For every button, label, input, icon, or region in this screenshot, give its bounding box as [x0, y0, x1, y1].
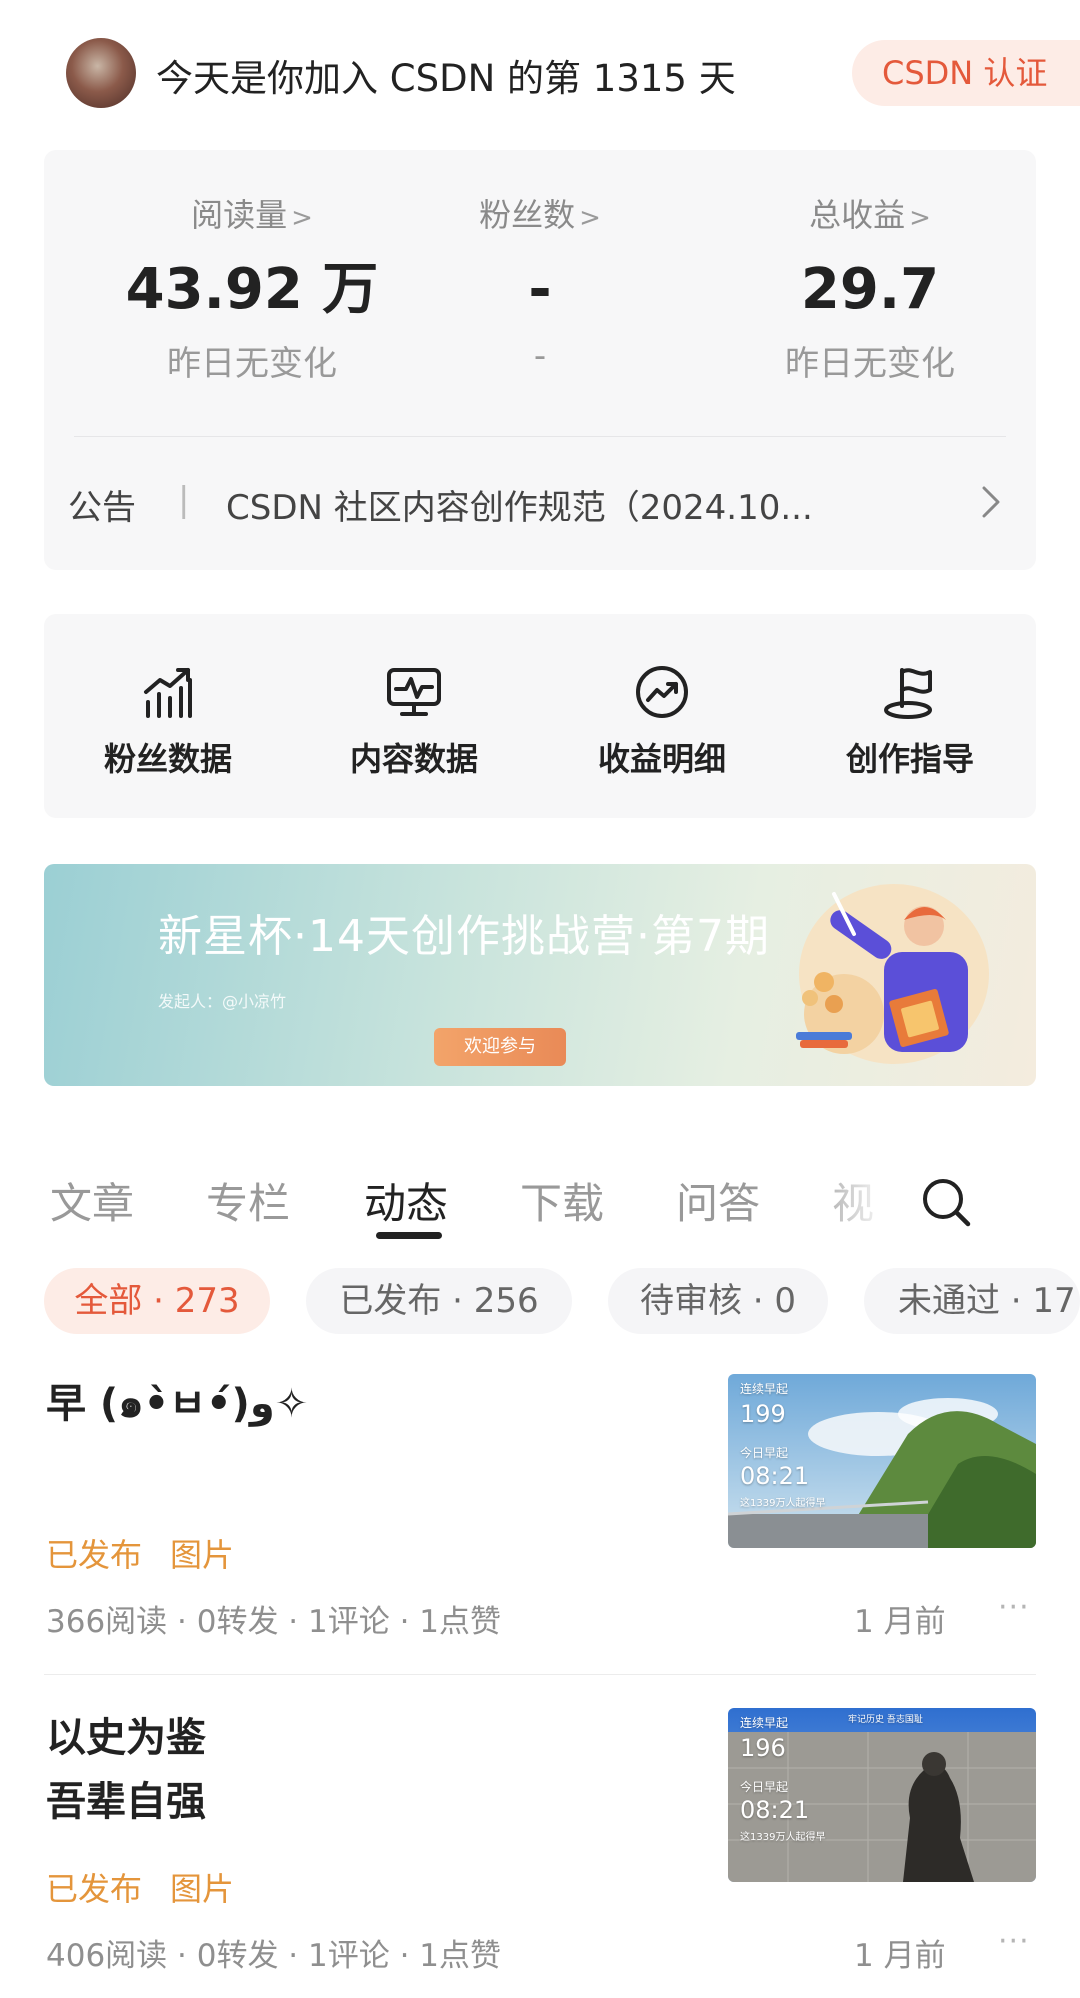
monitor-icon [387, 668, 441, 716]
post-title: 以史为鉴 [46, 1715, 206, 1761]
banner-title: 新星杯·14天创作挑战营·第7期 [158, 911, 770, 962]
stat-label: 粉丝数 > [479, 196, 601, 234]
csdn-cert-button[interactable]: CSDN 认证 [852, 40, 1080, 106]
tab-downloads[interactable]: 下载 [520, 1170, 604, 1231]
tab-articles[interactable]: 文章 [50, 1170, 134, 1231]
divider [74, 436, 1006, 437]
post-time: 1 月前 [854, 1938, 946, 1974]
tool-label: 创作指导 [845, 740, 974, 778]
tool-label: 内容数据 [349, 740, 478, 778]
thumb-count: 199 [740, 1400, 786, 1428]
post-title: 早 (๑•̀ㅂ•́)و✧ [46, 1381, 309, 1427]
bar-chart-icon [144, 668, 192, 718]
tab-columns[interactable]: 专栏 [206, 1170, 290, 1231]
join-days-title: 今天是你加入 CSDN 的第 1315 天 [156, 57, 736, 100]
chevron-right-icon [982, 486, 1000, 518]
tool-label: 粉丝数据 [103, 740, 232, 778]
stat-label: 阅读量 > [191, 196, 313, 234]
post-title: 吾辈自强 [46, 1779, 206, 1825]
list-item[interactable]: 早 (๑•̀ㅂ•́)و✧ 已发布 图片 366阅读 · 0转发 · 1评论 · 1… [0, 1372, 1080, 1672]
filter-pending[interactable]: 待审核 · 0 [608, 1268, 828, 1334]
thumb-text: 连续早起 [740, 1382, 789, 1396]
post-status: 已发布 [46, 1870, 143, 1908]
stat-fans[interactable]: 粉丝数 > - - [390, 190, 690, 376]
search-icon[interactable] [918, 1174, 974, 1230]
thumb-text: 今日早起 [740, 1446, 789, 1460]
stat-sub: 昨日无变化 [167, 344, 337, 384]
tool-content-data[interactable]: 内容数据 [314, 662, 514, 780]
list-item[interactable]: 以史为鉴 吾辈自强 已发布 图片 406阅读 · 0转发 · 1评论 · 1点赞 … [0, 1706, 1080, 1998]
stat-value: 43.92 万 [125, 257, 379, 322]
filter-rejected[interactable]: 未通过 · 17 [864, 1268, 1080, 1334]
stat-value: 29.7 [800, 257, 940, 322]
post-type: 图片 [170, 1536, 235, 1574]
tools-card: 粉丝数据 内容数据 收益明细 创作指导 [44, 614, 1036, 818]
header: 今天是你加入 CSDN 的第 1315 天 CSDN 认证 [0, 0, 1080, 145]
filter-published[interactable]: 已发布 · 256 [306, 1268, 572, 1334]
stat-sub: - [533, 336, 547, 376]
thumb-time: 08:21 [740, 1462, 810, 1490]
post-thumbnail[interactable]: 连续早起 199 今日早起 08:21 这1339万人起得早 [728, 1374, 1036, 1548]
tool-creation-guide[interactable]: 创作指导 [810, 662, 1010, 780]
post-status: 已发布 [46, 1536, 143, 1574]
stat-income[interactable]: 总收益 > 29.7 昨日无变化 [720, 190, 1020, 385]
stat-reads[interactable]: 阅读量 > 43.92 万 昨日无变化 [102, 190, 402, 385]
notice-bar[interactable]: 公告 | CSDN 社区内容创作规范（2024.10... [68, 468, 1018, 538]
active-tab-indicator [376, 1232, 442, 1239]
thumb-caption: 牢记历史 吾志国耻 [848, 1715, 923, 1725]
stat-label: 总收益 > [809, 196, 931, 234]
thumb-text: 连续早起 [740, 1716, 789, 1730]
more-icon[interactable]: ··· [998, 1924, 1030, 1959]
tool-income-detail[interactable]: 收益明细 [562, 662, 762, 780]
more-icon[interactable]: ··· [998, 1590, 1030, 1625]
banner-illustration [796, 884, 989, 1064]
post-thumbnail[interactable]: 牢记历史 吾志国耻 连续早起 196 今日早起 08:21 这1339万人起得早 [728, 1708, 1036, 1882]
banner-join-button[interactable]: 欢迎参与 [434, 1028, 566, 1066]
tool-label: 收益明细 [597, 740, 726, 778]
thumb-count: 196 [740, 1734, 786, 1762]
notice-separator: | [178, 480, 190, 520]
tab-feed[interactable]: 动态 [364, 1170, 448, 1231]
stats-card: 阅读量 > 43.92 万 昨日无变化 粉丝数 > - - 总收益 > 29.7 昨日… [44, 150, 1036, 570]
promo-banner[interactable]: 新星杯·14天创作挑战营·第7期 发起人：@小凉竹 欢迎参与 [44, 864, 1036, 1086]
flag-icon [884, 668, 932, 719]
post-type: 图片 [170, 1870, 235, 1908]
content-tabs: 文章 专栏 动态 下载 问答 视 [0, 1160, 1080, 1240]
post-tags: 已发布 图片 [46, 1530, 262, 1576]
post-time: 1 月前 [854, 1604, 946, 1640]
stat-sub: 昨日无变化 [785, 344, 955, 384]
post-stats: 406阅读 · 0转发 · 1评论 · 1点赞 [46, 1938, 502, 1974]
notice-label: 公告 [68, 488, 136, 528]
filter-all[interactable]: 全部 · 273 [44, 1268, 270, 1334]
thumb-text: 这1339万人起得早 [740, 1498, 826, 1509]
thumb-text: 今日早起 [740, 1780, 789, 1794]
post-tags: 已发布 图片 [46, 1864, 262, 1910]
banner-subtitle: 发起人：@小凉竹 [158, 992, 287, 1011]
thumb-text: 这1339万人起得早 [740, 1832, 826, 1843]
notice-text: CSDN 社区内容创作规范（2024.10... [226, 488, 813, 528]
post-stats: 366阅读 · 0转发 · 1评论 · 1点赞 [46, 1604, 502, 1640]
tab-fade-overlay [830, 1160, 890, 1240]
stat-value: - [528, 257, 552, 322]
divider [44, 1674, 1036, 1675]
avatar[interactable] [66, 38, 136, 108]
tab-qa[interactable]: 问答 [676, 1170, 760, 1231]
income-icon [636, 666, 688, 718]
tool-fans-data[interactable]: 粉丝数据 [68, 662, 268, 780]
thumb-time: 08:21 [740, 1796, 810, 1824]
